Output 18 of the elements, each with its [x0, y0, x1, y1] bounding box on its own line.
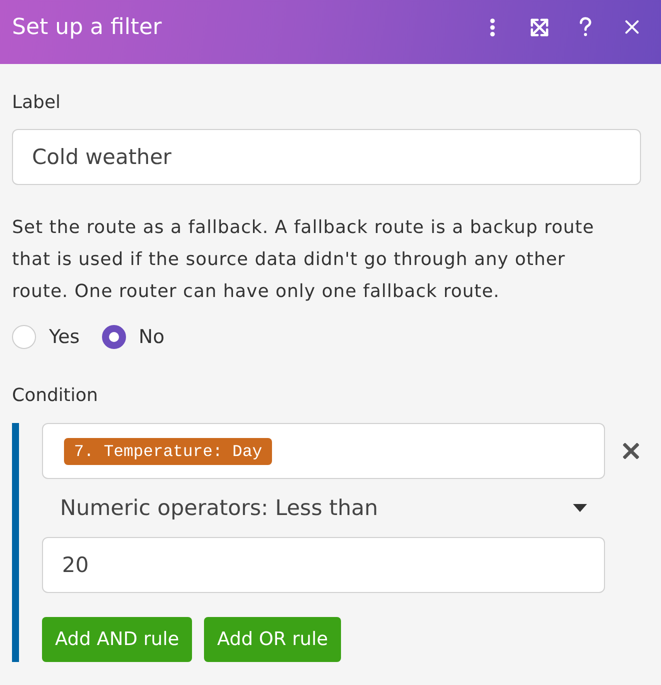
variable-chip[interactable]: 7. Temperature: Day [64, 438, 272, 464]
operand-field[interactable]: 7. Temperature: Day [42, 423, 605, 479]
more-options-icon[interactable] [489, 18, 496, 36]
remove-rule-icon[interactable] [623, 443, 639, 459]
condition-label: Condition [12, 384, 99, 408]
radio-label[interactable]: No [138, 326, 165, 348]
radio-label[interactable]: Yes [49, 326, 80, 348]
label-input[interactable]: Cold weather [12, 129, 641, 185]
dialog-title: Set up a filter [12, 14, 162, 40]
fallback-description: Set the route as a fallback. A fallback route is a backup route that is used if the source data didn't go through any other route. One router can have only one fallback route. [12, 216, 596, 304]
radio-button[interactable] [102, 325, 126, 349]
close-icon[interactable] [625, 20, 639, 34]
caret-icon [573, 504, 587, 512]
expand-icon[interactable] [530, 18, 549, 36]
help-icon[interactable] [579, 17, 592, 37]
operator-select[interactable]: Numeric operators: Less than [42, 479, 605, 537]
label-field-label: Label [12, 91, 62, 115]
value-input[interactable]: 20 [42, 537, 605, 593]
